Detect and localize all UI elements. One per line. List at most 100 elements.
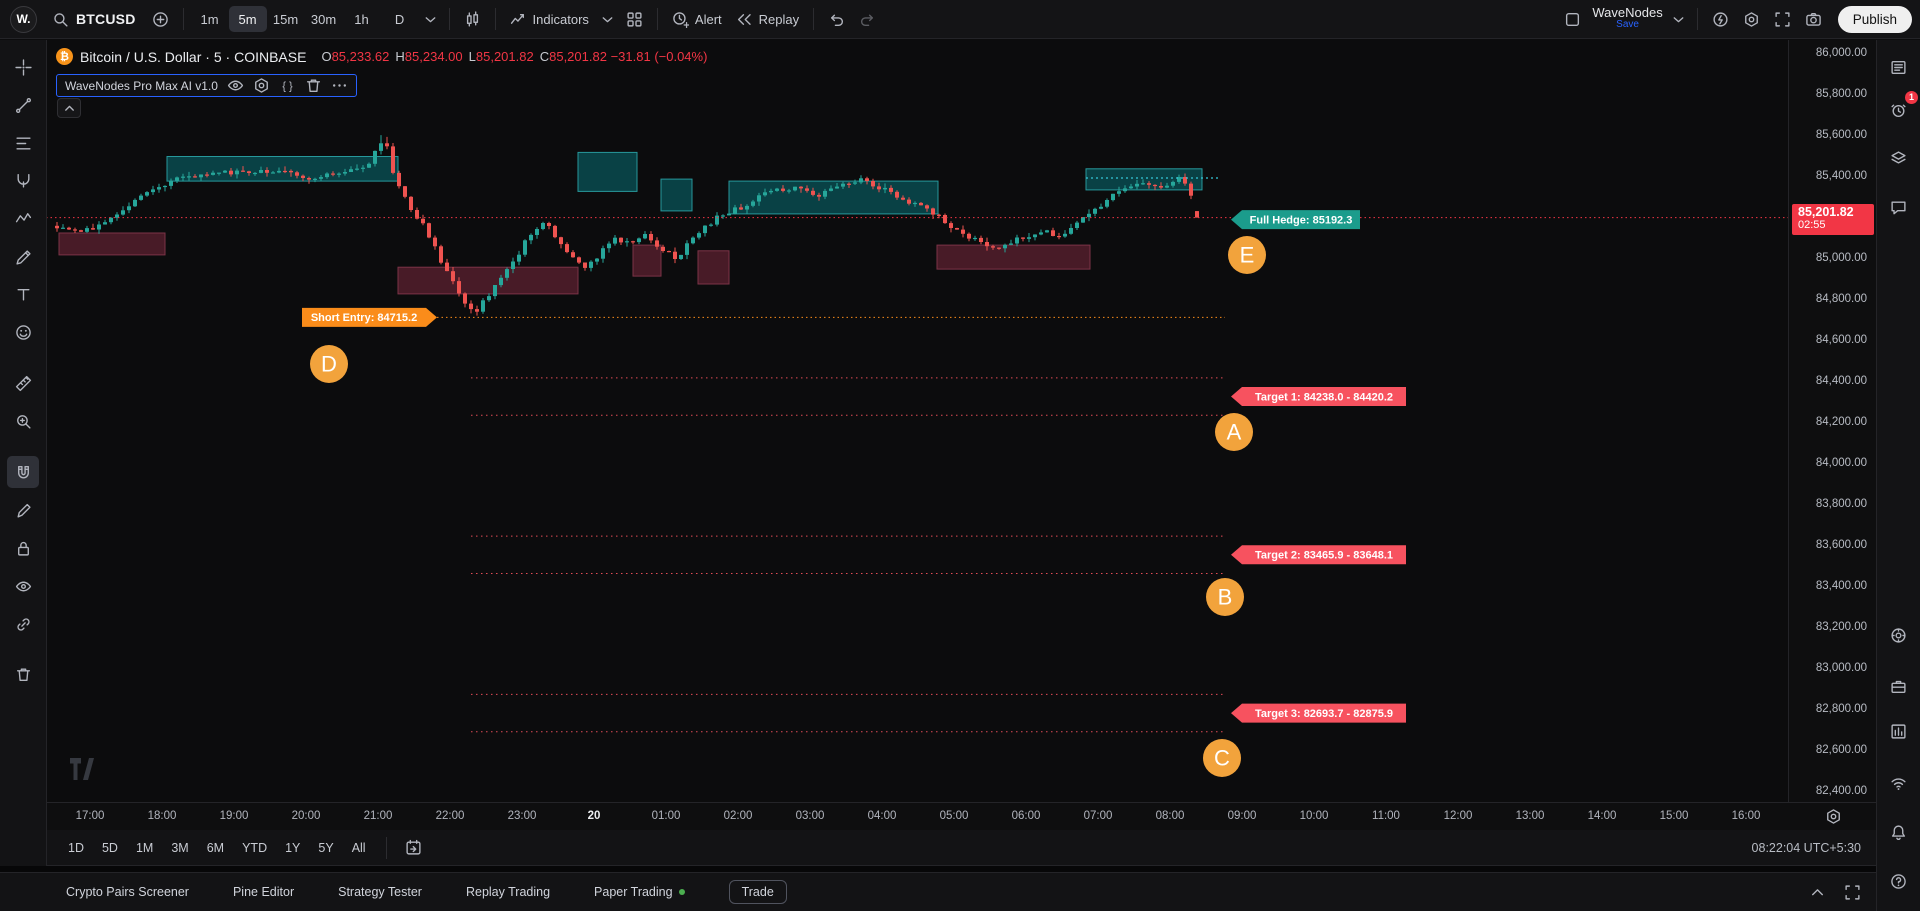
pattern-icon[interactable] bbox=[7, 202, 39, 234]
magnet-icon[interactable] bbox=[7, 456, 39, 488]
watchlist-icon[interactable] bbox=[1882, 51, 1914, 83]
compare-add-symbol-button[interactable] bbox=[145, 4, 176, 34]
go-to-date-button[interactable] bbox=[397, 835, 430, 860]
range-ytd[interactable]: YTD bbox=[234, 837, 275, 859]
indicator-visibility-eye-icon[interactable] bbox=[227, 77, 244, 94]
dom-icon[interactable] bbox=[1882, 715, 1914, 747]
layers-icon[interactable] bbox=[1882, 142, 1914, 174]
candlestick-chart[interactable]: Full Hedge: 85192.3 Short Entry: 84715.2 T… bbox=[46, 40, 1789, 802]
fib-retracement-icon[interactable] bbox=[7, 127, 39, 159]
crosshair-icon[interactable] bbox=[7, 51, 39, 83]
collapse-panel-icon[interactable] bbox=[1809, 884, 1826, 901]
marker-b[interactable]: B bbox=[1206, 578, 1244, 616]
trading-panel-icon[interactable] bbox=[1882, 670, 1914, 702]
range-1d[interactable]: 1D bbox=[60, 837, 92, 859]
undo-button[interactable] bbox=[821, 4, 852, 34]
footer-tab-trade[interactable]: Trade bbox=[729, 880, 787, 904]
layout-select-button[interactable] bbox=[1557, 4, 1588, 34]
object-tree-icon[interactable] bbox=[1882, 619, 1914, 651]
zoom-in-icon[interactable] bbox=[7, 405, 39, 437]
timeframe-menu-button[interactable] bbox=[419, 4, 442, 34]
footer-tab-pine-editor[interactable]: Pine Editor bbox=[233, 885, 294, 899]
marker-c[interactable]: C bbox=[1203, 739, 1241, 777]
timeframe-1m[interactable]: 1m bbox=[191, 6, 229, 32]
timeframe-15m[interactable]: 15m bbox=[267, 6, 305, 32]
brush-icon[interactable] bbox=[7, 241, 39, 273]
help-icon[interactable] bbox=[1882, 865, 1914, 897]
save-layout-link[interactable]: Save bbox=[1616, 19, 1639, 31]
snapshot-button[interactable] bbox=[1798, 4, 1829, 34]
price-axis[interactable]: 86,000.0085,800.0085,600.0085,400.0085,2… bbox=[1788, 40, 1877, 802]
target-2-label[interactable]: Target 2: 83465.9 - 83648.1 bbox=[1231, 545, 1406, 564]
full-hedge-label[interactable]: Full Hedge: 85192.3 bbox=[1231, 210, 1360, 229]
symbol-legend-row[interactable]: ₿ Bitcoin / U.S. Dollar · 5 · COINBASE O… bbox=[56, 47, 707, 66]
emoji-icon[interactable] bbox=[7, 316, 39, 348]
layout-menu[interactable]: WaveNodes Save bbox=[1588, 7, 1666, 31]
alert-button[interactable]: Alert bbox=[665, 4, 729, 34]
indicator-templates-button[interactable] bbox=[596, 4, 619, 34]
session-clock[interactable]: 08:22:04 UTC+5:30 bbox=[1752, 841, 1863, 855]
legend-collapse-button[interactable] bbox=[57, 98, 81, 118]
timeframe-D[interactable]: D bbox=[381, 6, 419, 32]
chart-pane[interactable]: Full Hedge: 85192.3 Short Entry: 84715.2 T… bbox=[46, 40, 1789, 802]
notifications-bell-icon[interactable] bbox=[1882, 816, 1914, 848]
range-5d[interactable]: 5D bbox=[94, 837, 126, 859]
layout-grid-button[interactable] bbox=[619, 4, 650, 34]
demand-zone[interactable] bbox=[398, 267, 578, 294]
indicators-button[interactable]: Indicators bbox=[503, 4, 596, 34]
demand-zone[interactable] bbox=[937, 245, 1090, 269]
demand-zone[interactable] bbox=[59, 233, 165, 255]
axis-settings-gear-icon[interactable] bbox=[1825, 808, 1842, 825]
footer-tab-strategy-tester[interactable]: Strategy Tester bbox=[338, 885, 422, 899]
timeframe-1h[interactable]: 1h bbox=[343, 6, 381, 32]
ruler-icon[interactable] bbox=[7, 367, 39, 399]
trend-line-icon[interactable] bbox=[7, 89, 39, 121]
text-tool-icon[interactable] bbox=[7, 278, 39, 310]
marker-e[interactable]: E bbox=[1228, 236, 1266, 274]
indicator-legend-row[interactable]: WaveNodes Pro Max AI v1.0 { } bbox=[56, 74, 357, 97]
indicator-source-code-icon[interactable]: { } bbox=[279, 77, 296, 94]
chart-style-button[interactable] bbox=[457, 4, 488, 34]
maximize-panel-icon[interactable] bbox=[1844, 884, 1861, 901]
redo-button[interactable] bbox=[852, 4, 883, 34]
range-3m[interactable]: 3M bbox=[163, 837, 196, 859]
indicator-more-icon[interactable] bbox=[331, 77, 348, 94]
range-6m[interactable]: 6M bbox=[199, 837, 232, 859]
supply-zone[interactable] bbox=[578, 152, 637, 191]
target-1-label[interactable]: Target 1: 84238.0 - 84420.2 bbox=[1231, 387, 1406, 406]
range-all[interactable]: All bbox=[344, 837, 374, 859]
demand-zone[interactable] bbox=[698, 251, 729, 284]
range-1m[interactable]: 1M bbox=[128, 837, 161, 859]
demand-zone[interactable] bbox=[633, 245, 661, 276]
target-3-label[interactable]: Target 3: 82693.7 - 82875.9 bbox=[1231, 704, 1406, 723]
chart-settings-button[interactable] bbox=[1736, 4, 1767, 34]
streams-icon[interactable] bbox=[1882, 767, 1914, 799]
pitchfork-icon[interactable] bbox=[7, 164, 39, 196]
publish-button[interactable]: Publish bbox=[1838, 6, 1912, 33]
tradingview-logo[interactable]: W. bbox=[10, 6, 37, 33]
short-entry-label[interactable]: Short Entry: 84715.2 bbox=[302, 308, 437, 327]
symbol-search[interactable]: BTCUSD bbox=[43, 4, 145, 34]
timeframe-5m[interactable]: 5m bbox=[229, 6, 267, 32]
link-icon[interactable] bbox=[7, 608, 39, 640]
footer-tab-replay-trading[interactable]: Replay Trading bbox=[466, 885, 550, 899]
chat-icon[interactable] bbox=[1882, 191, 1914, 223]
replay-button[interactable]: Replay bbox=[729, 4, 806, 34]
trash-icon[interactable] bbox=[7, 658, 39, 690]
range-1y[interactable]: 1Y bbox=[277, 837, 308, 859]
indicator-settings-gear-icon[interactable] bbox=[253, 77, 270, 94]
lock-icon[interactable] bbox=[7, 532, 39, 564]
footer-tab-crypto-pairs-screener[interactable]: Crypto Pairs Screener bbox=[66, 885, 189, 899]
fullscreen-button[interactable] bbox=[1767, 4, 1798, 34]
layout-menu-chevron[interactable] bbox=[1667, 4, 1690, 34]
supply-zone[interactable] bbox=[661, 179, 692, 211]
draw-icon[interactable] bbox=[7, 495, 39, 527]
quick-search-button[interactable] bbox=[1705, 4, 1736, 34]
marker-a[interactable]: A bbox=[1215, 413, 1253, 451]
marker-d[interactable]: D bbox=[310, 345, 348, 383]
range-5y[interactable]: 5Y bbox=[310, 837, 341, 859]
hide-drawings-eye-icon[interactable] bbox=[7, 570, 39, 602]
indicator-remove-trash-icon[interactable] bbox=[305, 77, 322, 94]
footer-tab-paper-trading[interactable]: Paper Trading bbox=[594, 885, 685, 899]
time-axis[interactable]: 17:0018:0019:0020:0021:0022:0023:002001:… bbox=[46, 802, 1877, 831]
